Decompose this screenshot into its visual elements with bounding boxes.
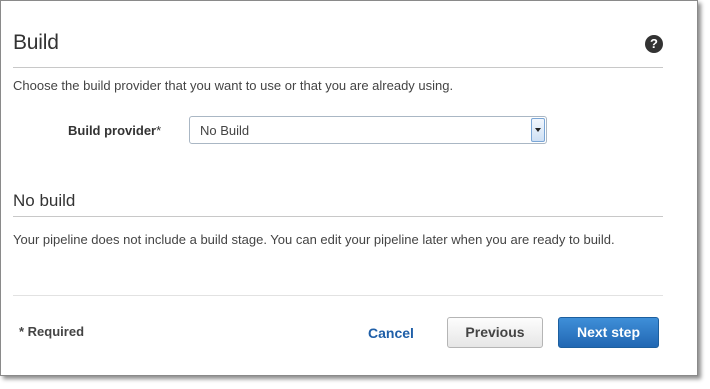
- section-description: Choose the build provider that you want …: [13, 78, 454, 93]
- title-divider: [13, 67, 663, 68]
- no-build-description: Your pipeline does not include a build s…: [13, 232, 615, 247]
- build-provider-selected-value: No Build: [200, 123, 250, 138]
- page-title: Build: [13, 31, 59, 54]
- footer-divider: [13, 295, 663, 296]
- no-build-heading: No build: [13, 191, 76, 210]
- chevron-down-icon[interactable]: [531, 118, 545, 142]
- cancel-button[interactable]: Cancel: [368, 325, 414, 341]
- next-step-button[interactable]: Next step: [558, 317, 659, 348]
- build-panel: Build ? Choose the build provider that y…: [0, 0, 698, 376]
- help-icon[interactable]: ?: [645, 35, 663, 53]
- required-note: * Required: [19, 324, 85, 339]
- no-build-divider: [13, 216, 663, 217]
- previous-button[interactable]: Previous: [447, 317, 543, 348]
- build-provider-label: Build provider*: [68, 123, 161, 138]
- build-provider-select[interactable]: No Build: [189, 116, 547, 144]
- build-provider-label-text: Build provider: [68, 123, 157, 138]
- required-asterisk: *: [156, 123, 162, 138]
